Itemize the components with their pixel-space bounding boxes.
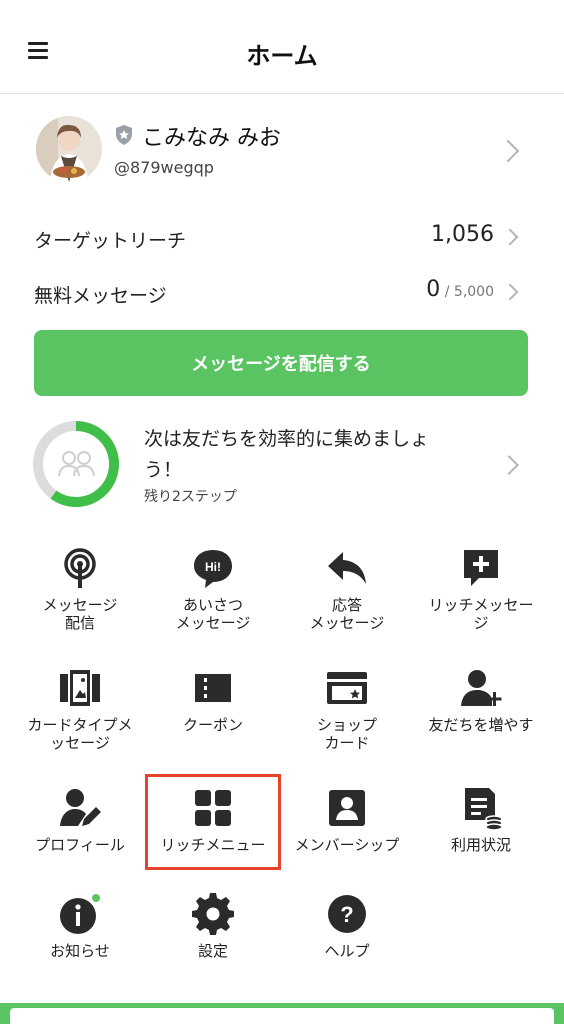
menu-item-card-type[interactable]: カードタイプメ ッセージ: [13, 666, 147, 752]
page-title: ホーム: [246, 42, 318, 70]
send-message-button[interactable]: メッセージを配信する: [34, 330, 528, 396]
coupon-icon: [195, 674, 231, 702]
menu-item-label: カードタイプメ ッセージ: [27, 716, 133, 752]
free-message-row[interactable]: 無料メッセージ 0 / 5,000: [0, 273, 564, 313]
broadcast-icon: [64, 548, 96, 588]
menu-item-label: クーポン: [182, 716, 243, 734]
menu-item-label: お知らせ: [50, 942, 110, 960]
menu-item-shop-card[interactable]: ショップ カード: [280, 666, 414, 752]
menu-item-reply-arrow[interactable]: 応答 メッセージ: [280, 546, 414, 632]
menu-item-label: 友だちを増やす: [428, 716, 534, 734]
menu-item-membership[interactable]: メンバーシップ: [280, 786, 414, 854]
remaining-steps: 残り2ステップ: [144, 489, 237, 505]
menu-item-usage[interactable]: 利用状況: [414, 786, 548, 854]
menu-item-info[interactable]: お知らせ: [13, 892, 147, 960]
account-profile-row[interactable]: こみなみ みお @879wegqp: [0, 110, 564, 192]
menu-item-coupon[interactable]: クーポン: [146, 666, 280, 734]
progress-ring: [33, 421, 119, 507]
menu-item-gear[interactable]: 設定: [146, 892, 280, 960]
chevron-right-icon: [496, 139, 520, 163]
menu-item-label: プロフィール: [35, 836, 125, 854]
friends-icon: [58, 451, 95, 477]
menu-item-label: 利用状況: [450, 836, 511, 854]
menu-item-label: ショップ カード: [316, 716, 377, 752]
avatar: [36, 116, 102, 182]
free-message-value: 0 / 5,000: [426, 277, 494, 302]
next-step-title: 次は友だちを効率的に集めましょう！: [144, 428, 430, 481]
menu-item-broadcast[interactable]: メッセージ 配信: [13, 546, 147, 632]
profile-edit-icon: [60, 789, 101, 826]
chevron-right-icon: [501, 228, 519, 246]
account-name: こみなみ みお: [142, 126, 281, 151]
menu-item-label: メッセージ 配信: [42, 596, 118, 632]
gear-icon: [192, 893, 234, 935]
target-reach-value: 1,056: [431, 222, 494, 247]
chevron-right-icon: [501, 283, 519, 301]
help-icon: ?: [328, 895, 366, 933]
info-icon: [60, 894, 100, 934]
reply-arrow-icon: [328, 552, 366, 584]
svg-text:?: ?: [340, 902, 353, 927]
target-reach-row[interactable]: ターゲットリーチ 1,056: [0, 218, 564, 258]
menu-item-profile-edit[interactable]: プロフィール: [13, 786, 147, 854]
free-message-label: 無料メッセージ: [34, 285, 167, 307]
rich-menu-highlight: [145, 774, 281, 870]
menu-item-label: あいさつ メッセージ: [175, 596, 251, 632]
menu-item-label: リッチメッセー ジ: [428, 596, 534, 632]
account-id: @879wegqp: [114, 158, 214, 177]
menu-item-label: メンバーシップ: [294, 836, 400, 854]
menu-item-label: 設定: [197, 942, 228, 960]
menu-item-greeting-bubble[interactable]: Hi! あいさつ メッセージ: [146, 546, 280, 632]
bottom-bar: [0, 1003, 564, 1024]
shield-icon: [116, 125, 132, 145]
menu-item-help[interactable]: ? ヘルプ: [280, 892, 414, 960]
menu-item-label: 応答 メッセージ: [309, 596, 385, 632]
add-friend-icon: [461, 670, 502, 706]
usage-icon: [465, 788, 503, 830]
chevron-right-icon: [499, 455, 519, 475]
menu-item-label: ヘルプ: [324, 942, 370, 960]
app-header: ホーム: [0, 0, 564, 94]
membership-icon: [329, 790, 365, 826]
next-step-card[interactable]: 次は友だちを効率的に集めましょう！ 残り2ステップ: [0, 414, 564, 514]
card-type-icon: [60, 670, 100, 706]
rich-message-plus-icon: [464, 550, 498, 586]
menu-item-rich-message-plus[interactable]: リッチメッセー ジ: [414, 546, 548, 632]
menu-item-add-friend[interactable]: 友だちを増やす: [414, 666, 548, 734]
svg-text:Hi!: Hi!: [205, 560, 221, 574]
target-reach-label: ターゲットリーチ: [34, 230, 187, 252]
shop-card-icon: [327, 672, 367, 704]
greeting-bubble-icon: Hi!: [194, 550, 232, 588]
